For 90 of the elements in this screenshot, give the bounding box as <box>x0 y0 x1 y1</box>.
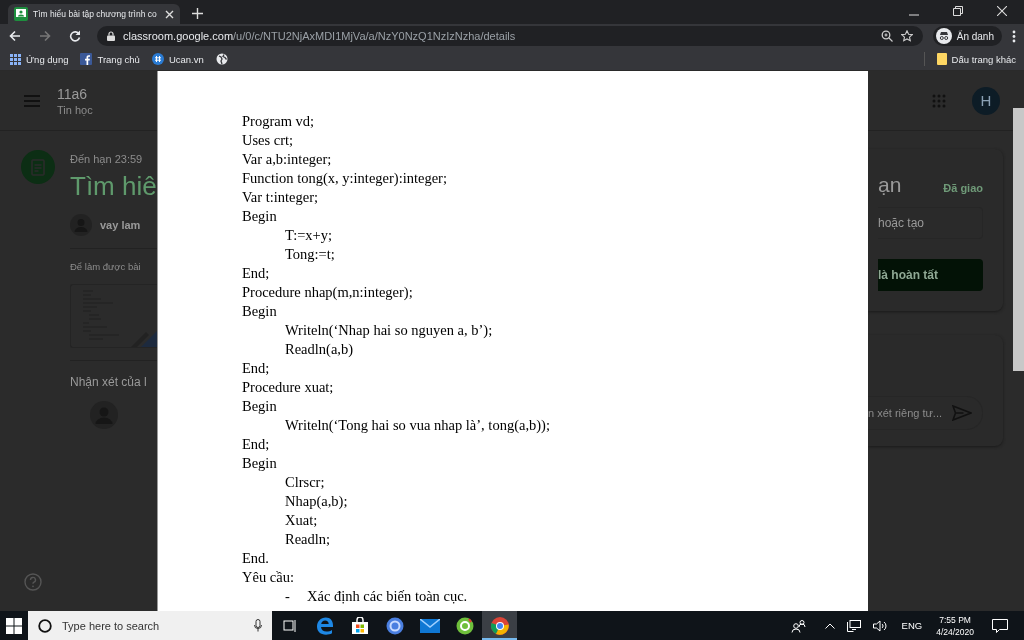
browser-tab[interactable]: Tìm hiểu bài tập chương trình co <box>8 4 180 24</box>
chrome-icon <box>489 615 510 636</box>
clock[interactable]: 7:55 PM 4/24/2020 <box>936 613 974 638</box>
status-label: Đã giao <box>943 182 983 194</box>
document-line: Uses crt; <box>242 131 294 150</box>
assignment-title: Tìm hiê <box>70 171 157 202</box>
other-bookmarks-folder[interactable]: Dấu trang khác <box>936 53 1016 65</box>
incognito-icon <box>935 28 952 44</box>
document-line: Function tong(x, y:integer):integer; <box>242 169 447 188</box>
document-line: Var a,b:integer; <box>242 150 332 169</box>
hash-badge-icon <box>151 53 164 65</box>
taskbar-app[interactable] <box>482 611 517 640</box>
classroom-icon <box>14 7 28 21</box>
bookmark[interactable] <box>215 53 228 65</box>
attachment-thumbnail[interactable] <box>70 284 157 348</box>
class-subject: Tin học <box>57 103 93 116</box>
account-avatar[interactable]: H <box>972 86 1000 115</box>
incognito-profile-button[interactable]: Ẩn danh <box>932 26 1002 46</box>
document-line: Begin <box>242 454 277 473</box>
zoom-icon[interactable] <box>880 30 893 42</box>
address-bar[interactable]: classroom.google.com/u/0/c/NTU2NjAxMDI1MjVa/a/NzY0NzQ1NzIzNzha/details <box>97 26 923 46</box>
private-comment-field[interactable]: n xét riêng tư... <box>868 407 952 419</box>
document-line: Clrscr; <box>285 473 325 492</box>
document-line: End; <box>242 435 270 454</box>
microphone-icon[interactable] <box>254 619 262 632</box>
apps-grid-icon <box>10 53 21 65</box>
document-line: Xác định các biến toàn cục. <box>307 587 468 606</box>
lock-icon <box>107 31 115 41</box>
menu-icon[interactable] <box>1012 29 1016 43</box>
due-date: Đến hạn 23:59 <box>70 153 144 165</box>
assignment-icon <box>21 150 55 184</box>
list-marker: - <box>285 587 291 606</box>
card-title: ạn <box>878 173 902 197</box>
document-line: Program vd; <box>242 112 315 131</box>
mark-done-button[interactable]: là hoàn tất <box>878 259 983 291</box>
document-line: Procedure nhap(m,n:integer); <box>242 283 413 302</box>
add-or-create-button[interactable]: hoặc tạo <box>878 207 983 239</box>
search-field[interactable]: Type here to search <box>60 618 246 633</box>
document-line: Writeln(‘Tong hai so vua nhap là’, tong(a,b)); <box>285 416 550 435</box>
document-line: Begin <box>242 207 277 226</box>
scrollbar[interactable] <box>1013 108 1024 371</box>
close-icon[interactable] <box>997 6 1007 16</box>
bookmark[interactable]: Ucan.vn <box>151 53 204 65</box>
document-line: Procedure xuat; <box>242 378 334 397</box>
network-icon[interactable] <box>846 619 861 632</box>
windows-start-icon[interactable] <box>6 617 22 634</box>
task-view-icon <box>282 618 297 633</box>
comments-heading: Nhận xét của l <box>70 375 148 389</box>
folder-icon <box>936 53 947 65</box>
volume-icon[interactable] <box>872 619 888 632</box>
document-line: Begin <box>242 397 277 416</box>
document-line: Yêu cầu: <box>242 568 294 587</box>
restore-icon[interactable] <box>953 6 963 16</box>
document-line: Tong:=t; <box>285 245 335 264</box>
document-line: T:=x+y; <box>285 226 333 245</box>
new-tab-icon[interactable] <box>192 8 203 19</box>
close-icon[interactable] <box>165 9 174 19</box>
document-line: End; <box>242 264 270 283</box>
notification-icon[interactable] <box>992 618 1008 633</box>
back-icon[interactable] <box>9 30 21 42</box>
language-indicator[interactable]: ENG <box>901 620 923 631</box>
globe-icon <box>215 53 228 65</box>
ring-app-icon <box>385 616 404 635</box>
document-line: Readln(a,b) <box>285 340 354 359</box>
author-name: vay lam <box>100 219 141 231</box>
bookmark[interactable]: Trang chủ <box>80 53 140 65</box>
star-icon[interactable] <box>900 30 913 42</box>
document-line: Readln; <box>285 530 331 549</box>
url-text: classroom.google.com/u/0/c/NTU2NjAxMDI1MjVa/a/NzY0NzQ1NzIzNzha/details <box>123 30 516 42</box>
document-line: End. <box>242 549 269 568</box>
reload-icon[interactable] <box>69 30 81 42</box>
mail-icon <box>419 618 440 633</box>
chevron-up-icon[interactable] <box>824 622 835 629</box>
document-line: Var t:integer; <box>242 188 319 207</box>
target-app-icon <box>455 616 474 635</box>
comment-field-box[interactable]: n xét riêng tư... <box>868 396 983 430</box>
class-name[interactable]: 11a6 <box>57 85 93 102</box>
document-line: End; <box>242 359 270 378</box>
document-line: Begin <box>242 302 277 321</box>
assignment-description: Để làm được bài <box>70 261 142 272</box>
document-line: Xuat; <box>285 511 318 530</box>
bookmark[interactable]: Ứng dụng <box>10 53 69 65</box>
document-line: Writeln(‘Nhap hai so nguyen a, b’); <box>285 321 493 340</box>
search-box[interactable]: Type here to search <box>28 611 272 640</box>
store-bag-icon <box>350 616 369 635</box>
people-icon[interactable] <box>790 618 807 633</box>
document-line: Nhap(a,b); <box>285 492 348 511</box>
facebook-icon <box>80 53 93 65</box>
cortana-icon <box>38 618 52 633</box>
browser-e-icon <box>314 615 335 636</box>
